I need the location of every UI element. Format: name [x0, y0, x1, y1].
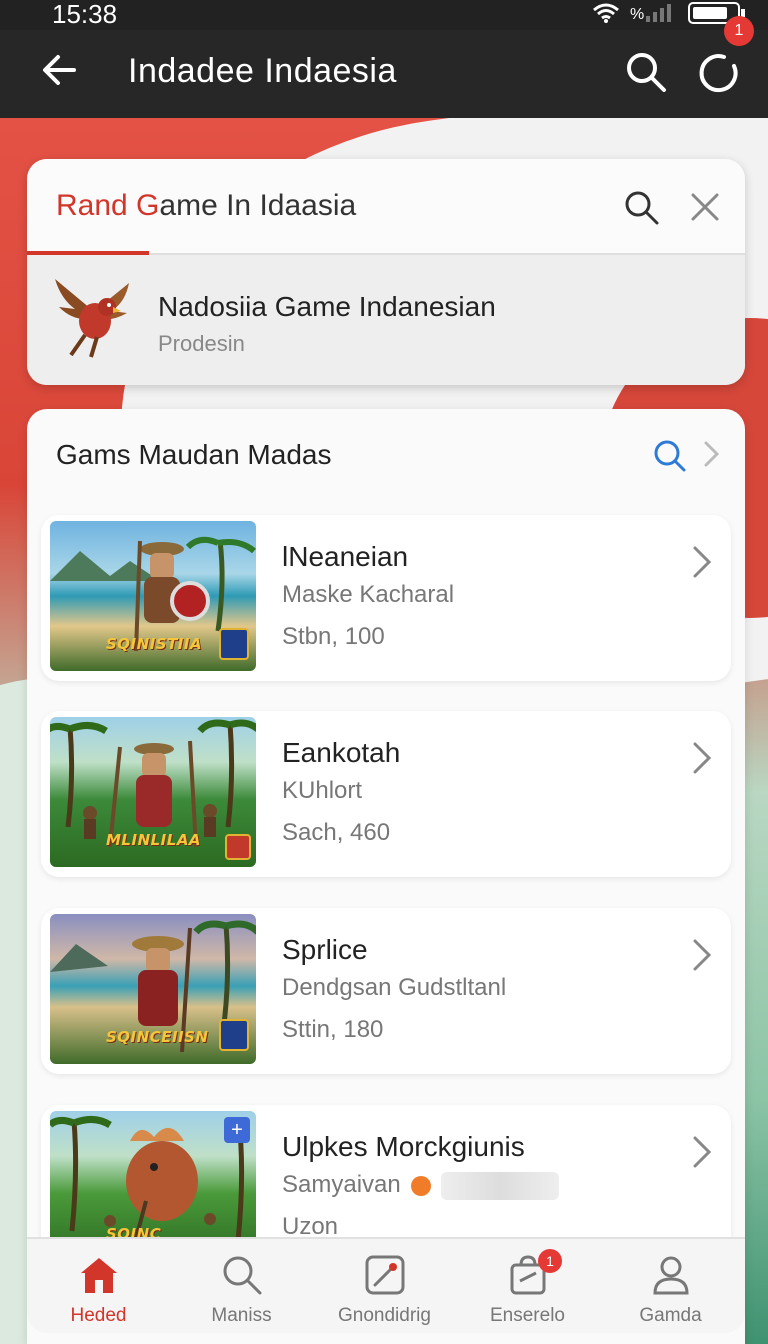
nav-item-bag[interactable]: 1 Enserelo [456, 1239, 599, 1335]
game-name: Sprlice [282, 934, 368, 965]
game-thumbnail: SQINCEIISN [50, 914, 256, 1064]
list-item[interactable]: SQINISTIIA lNeaneian Maske Kacharal Stbn… [41, 515, 731, 681]
list-item[interactable]: MLINLILAA Eankotah KUhlort Sach, 460 [41, 711, 731, 877]
search-icon [223, 1256, 261, 1295]
app-title: Indadee Indaesia [128, 52, 397, 90]
nav-label: Heded [70, 1305, 127, 1326]
home-icon [80, 1258, 117, 1293]
list-item[interactable]: SQINCEIISN Sprlice Dendgsan Gudstltanl S… [41, 908, 731, 1074]
warning-icon [410, 1175, 431, 1196]
edit-icon [365, 1255, 404, 1295]
nav-badge: 1 [538, 1249, 562, 1273]
nav-label: Enserelo [490, 1305, 565, 1326]
profile-icon [652, 1256, 689, 1295]
search-icon[interactable] [653, 439, 687, 473]
game-subtitle: Samyaivan [282, 1171, 559, 1200]
game-meta: Sttin, 180 [282, 1016, 384, 1043]
chevron-right-icon[interactable] [701, 439, 723, 469]
search-row[interactable]: Rand Game In Idaasia [27, 159, 745, 255]
eagle-logo-icon [55, 279, 129, 358]
nav-item-search[interactable]: Maniss [170, 1239, 313, 1335]
app-bar: Indadee Indaesia [0, 30, 768, 118]
chevron-right-icon[interactable] [689, 739, 715, 777]
game-meta: Stbn, 100 [282, 623, 385, 650]
chevron-right-icon[interactable] [689, 936, 715, 974]
plus-icon: + [224, 1117, 250, 1143]
chevron-right-icon[interactable] [689, 1133, 715, 1171]
game-thumbnail-label: SQINCEIISN [106, 1028, 209, 1046]
wifi-icon [593, 3, 619, 23]
game-thumbnail: SQINISTIIA [50, 521, 256, 671]
notification-badge: 1 [724, 16, 754, 46]
search-query-text: ame In Idaasia [159, 189, 357, 222]
game-thumbnail: MLINLILAA [50, 717, 256, 867]
back-arrow-icon[interactable] [38, 48, 82, 92]
game-subtitle: KUhlort [282, 777, 363, 804]
nav-label: Maniss [211, 1305, 272, 1326]
game-subtitle: Dendgsan Gudstltanl [282, 974, 507, 1001]
game-name: Ulpkes Morckgiunis [282, 1131, 525, 1162]
nav-label: Gamda [639, 1305, 702, 1326]
game-name: lNeaneian [282, 541, 409, 572]
status-time: 15:38 [52, 0, 118, 29]
status-bar: 15:38 % [0, 0, 768, 30]
games-panel: Gams Maudan Madas SQINISTIIA lNeaneian M… [27, 409, 745, 1344]
bottom-nav: Heded Maniss Gnondidrig 1 Enserelo Gamda [27, 1237, 745, 1333]
search-input[interactable]: Rand Game In Idaasia [56, 189, 356, 223]
svg-text:%: % [630, 6, 644, 23]
game-thumbnail-label: SQINISTIIA [106, 635, 203, 653]
suggestion-title: Nadosiia Game Indanesian [158, 291, 496, 322]
game-subtitle-text: Samyaivan [282, 1171, 401, 1198]
nav-item-profile[interactable]: Gamda [599, 1239, 742, 1335]
search-card: Rand Game In Idaasia Nadosiia Game Indan… [27, 159, 745, 385]
game-name: Eankotah [282, 737, 401, 768]
signal-icon: % [630, 4, 671, 23]
nav-item-home[interactable]: Heded [27, 1239, 170, 1335]
game-subtitle: Maske Kacharal [282, 581, 455, 608]
suggestion-subtitle: Prodesin [158, 331, 245, 356]
search-icon[interactable] [624, 50, 668, 94]
chevron-right-icon[interactable] [689, 543, 715, 581]
game-meta: Sach, 460 [282, 819, 391, 846]
notification-icon[interactable] [694, 48, 744, 98]
game-thumbnail-label: MLINLILAA [106, 831, 202, 849]
search-icon[interactable] [623, 189, 661, 227]
nav-item-edit[interactable]: Gnondidrig [313, 1239, 456, 1335]
nav-label: Gnondidrig [338, 1305, 431, 1326]
search-query-highlight: Rand G [56, 189, 160, 222]
battery-fill [693, 7, 727, 19]
search-suggestion[interactable]: Nadosiia Game Indanesian Prodesin [27, 255, 745, 385]
close-icon[interactable] [689, 191, 721, 223]
status-icons: % [592, 2, 745, 24]
panel-title: Gams Maudan Madas [56, 439, 332, 470]
redacted-bar [440, 1171, 559, 1200]
